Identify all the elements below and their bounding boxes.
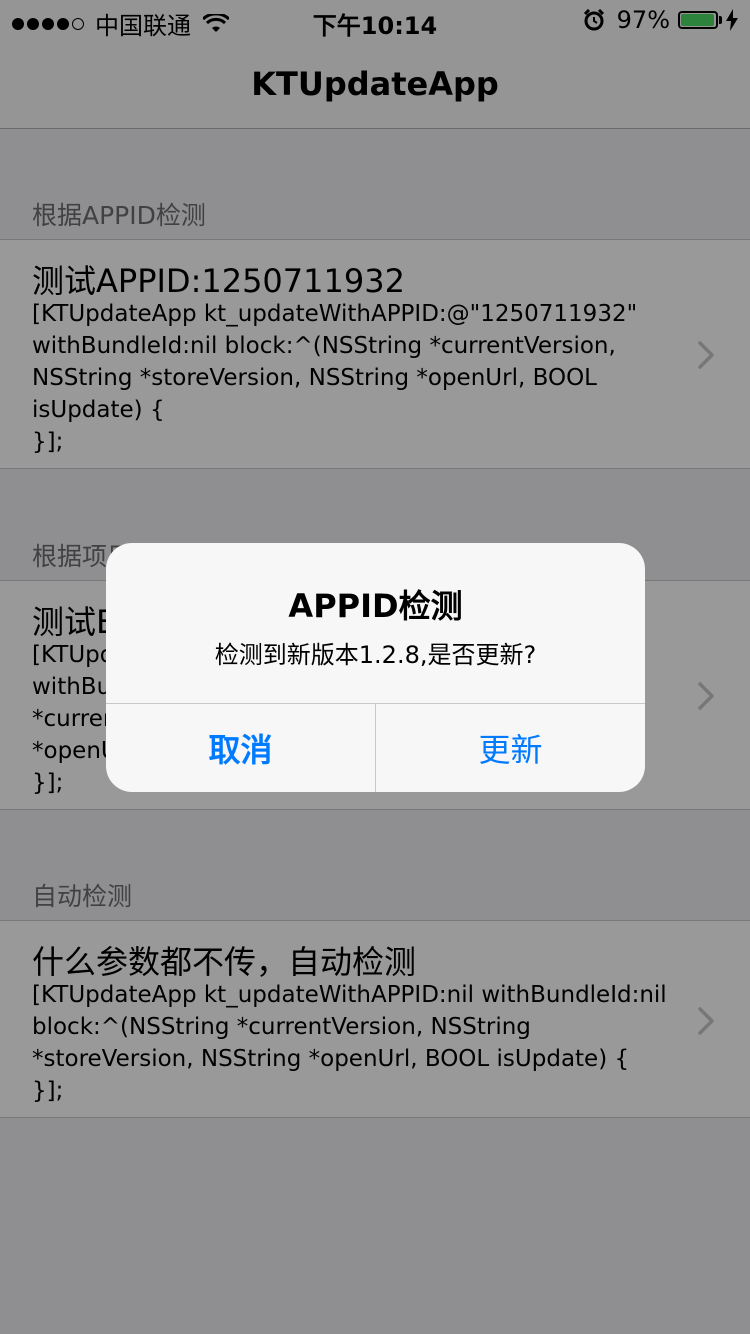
alert-title: APPID检测 [288, 587, 463, 625]
cancel-button[interactable]: 取消 [106, 704, 375, 792]
update-button[interactable]: 更新 [376, 704, 645, 792]
alert-dialog: APPID检测 检测到新版本1.2.8,是否更新? 取消 更新 [106, 543, 645, 792]
alert-message: 检测到新版本1.2.8,是否更新? [214, 641, 537, 669]
